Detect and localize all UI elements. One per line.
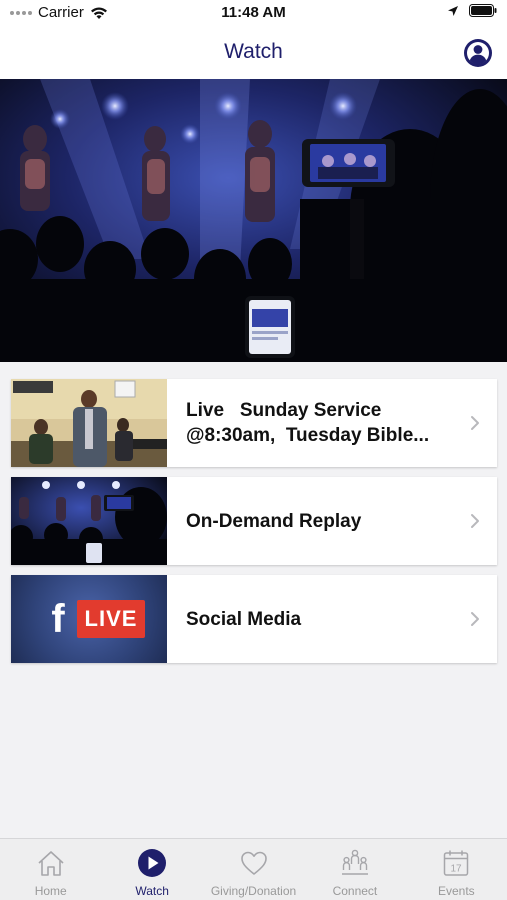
- tab-events-label: Events: [437, 884, 475, 898]
- tab-connect[interactable]: Connect: [304, 839, 405, 900]
- svg-text:17: 17: [451, 864, 463, 875]
- live-service-label: Live Sunday Service @8:30am, Tuesday Bib…: [186, 379, 449, 467]
- page-title: Watch: [224, 40, 283, 63]
- chevron-right-icon: [471, 416, 479, 430]
- live-service-text: Live Sunday Service @8:30am, Tuesday Bib…: [186, 400, 430, 446]
- calendar-icon: 17: [444, 850, 469, 876]
- tab-events[interactable]: 17 Events: [406, 839, 507, 900]
- tab-home-label: Home: [34, 884, 67, 898]
- home-icon: [38, 851, 64, 876]
- concert-image: [0, 79, 507, 362]
- live-service-thumbnail: [11, 379, 167, 467]
- concert-thumbnail-image: [11, 477, 167, 565]
- profile-icon[interactable]: [463, 38, 493, 68]
- chevron-right-icon: [471, 612, 479, 626]
- list-item-live[interactable]: Live Sunday Service @8:30am, Tuesday Bib…: [11, 379, 497, 467]
- battery-icon: [469, 4, 497, 17]
- hero-image: [0, 79, 507, 362]
- pastor-image: [11, 379, 167, 467]
- status-time: 11:48 AM: [221, 4, 286, 21]
- play-icon: [138, 849, 167, 877]
- list-item-on-demand[interactable]: On-Demand Replay: [11, 477, 497, 565]
- facebook-logo: f: [51, 597, 65, 641]
- social-media-thumbnail: f LIVE: [11, 575, 167, 663]
- on-demand-thumbnail: [11, 477, 167, 565]
- tab-giving-label: Giving/Donation: [210, 884, 297, 898]
- people-icon: [341, 849, 368, 875]
- status-bar: Carrier 11:48 AM: [0, 0, 507, 26]
- on-demand-label: On-Demand Replay: [186, 510, 362, 532]
- tab-giving[interactable]: Giving/Donation: [203, 839, 304, 900]
- status-right: [447, 4, 497, 17]
- chevron-right-icon: [471, 514, 479, 528]
- heart-icon: [240, 851, 267, 875]
- tab-connect-label: Connect: [332, 884, 378, 898]
- tab-home[interactable]: Home: [0, 839, 101, 900]
- navigation-bar: Watch: [0, 26, 507, 79]
- tab-watch-label: Watch: [135, 884, 169, 898]
- tab-bar: Home Watch Giving/Donation Connect 17 Ev…: [0, 838, 507, 900]
- location-arrow-icon: [448, 5, 458, 16]
- live-badge: LIVE: [77, 600, 145, 638]
- live-badge-text: LIVE: [84, 606, 138, 631]
- watch-list: Live Sunday Service @8:30am, Tuesday Bib…: [11, 379, 497, 673]
- list-item-social-media[interactable]: f LIVE Social Media: [11, 575, 497, 663]
- social-media-label: Social Media: [186, 608, 302, 630]
- tab-watch[interactable]: Watch: [101, 839, 202, 900]
